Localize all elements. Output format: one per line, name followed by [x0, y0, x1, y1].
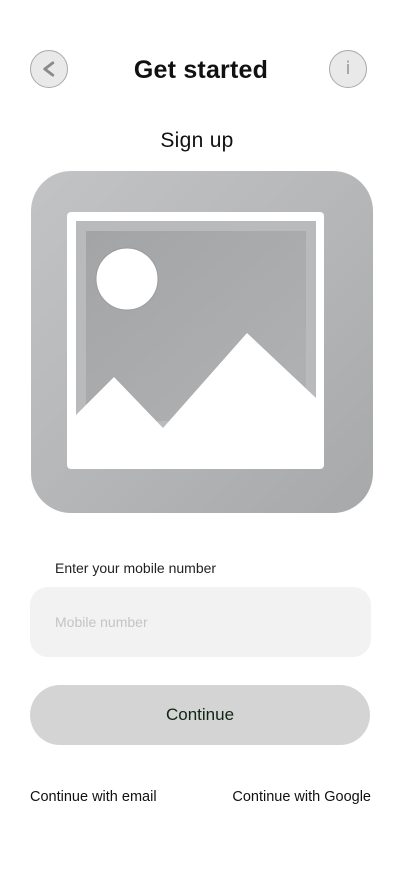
continue-with-google-link[interactable]: Continue with Google: [232, 788, 371, 806]
image-placeholder-icon: [67, 212, 324, 469]
hero-image: [31, 171, 373, 513]
mobile-number-input[interactable]: [30, 587, 371, 657]
info-icon: i: [345, 58, 351, 79]
mobile-field-label: Enter your mobile number: [55, 560, 217, 576]
info-button[interactable]: i: [329, 50, 367, 88]
signup-subtitle: Sign up: [160, 129, 234, 152]
continue-button[interactable]: Continue: [30, 685, 370, 745]
continue-with-email-link[interactable]: Continue with email: [30, 788, 157, 806]
